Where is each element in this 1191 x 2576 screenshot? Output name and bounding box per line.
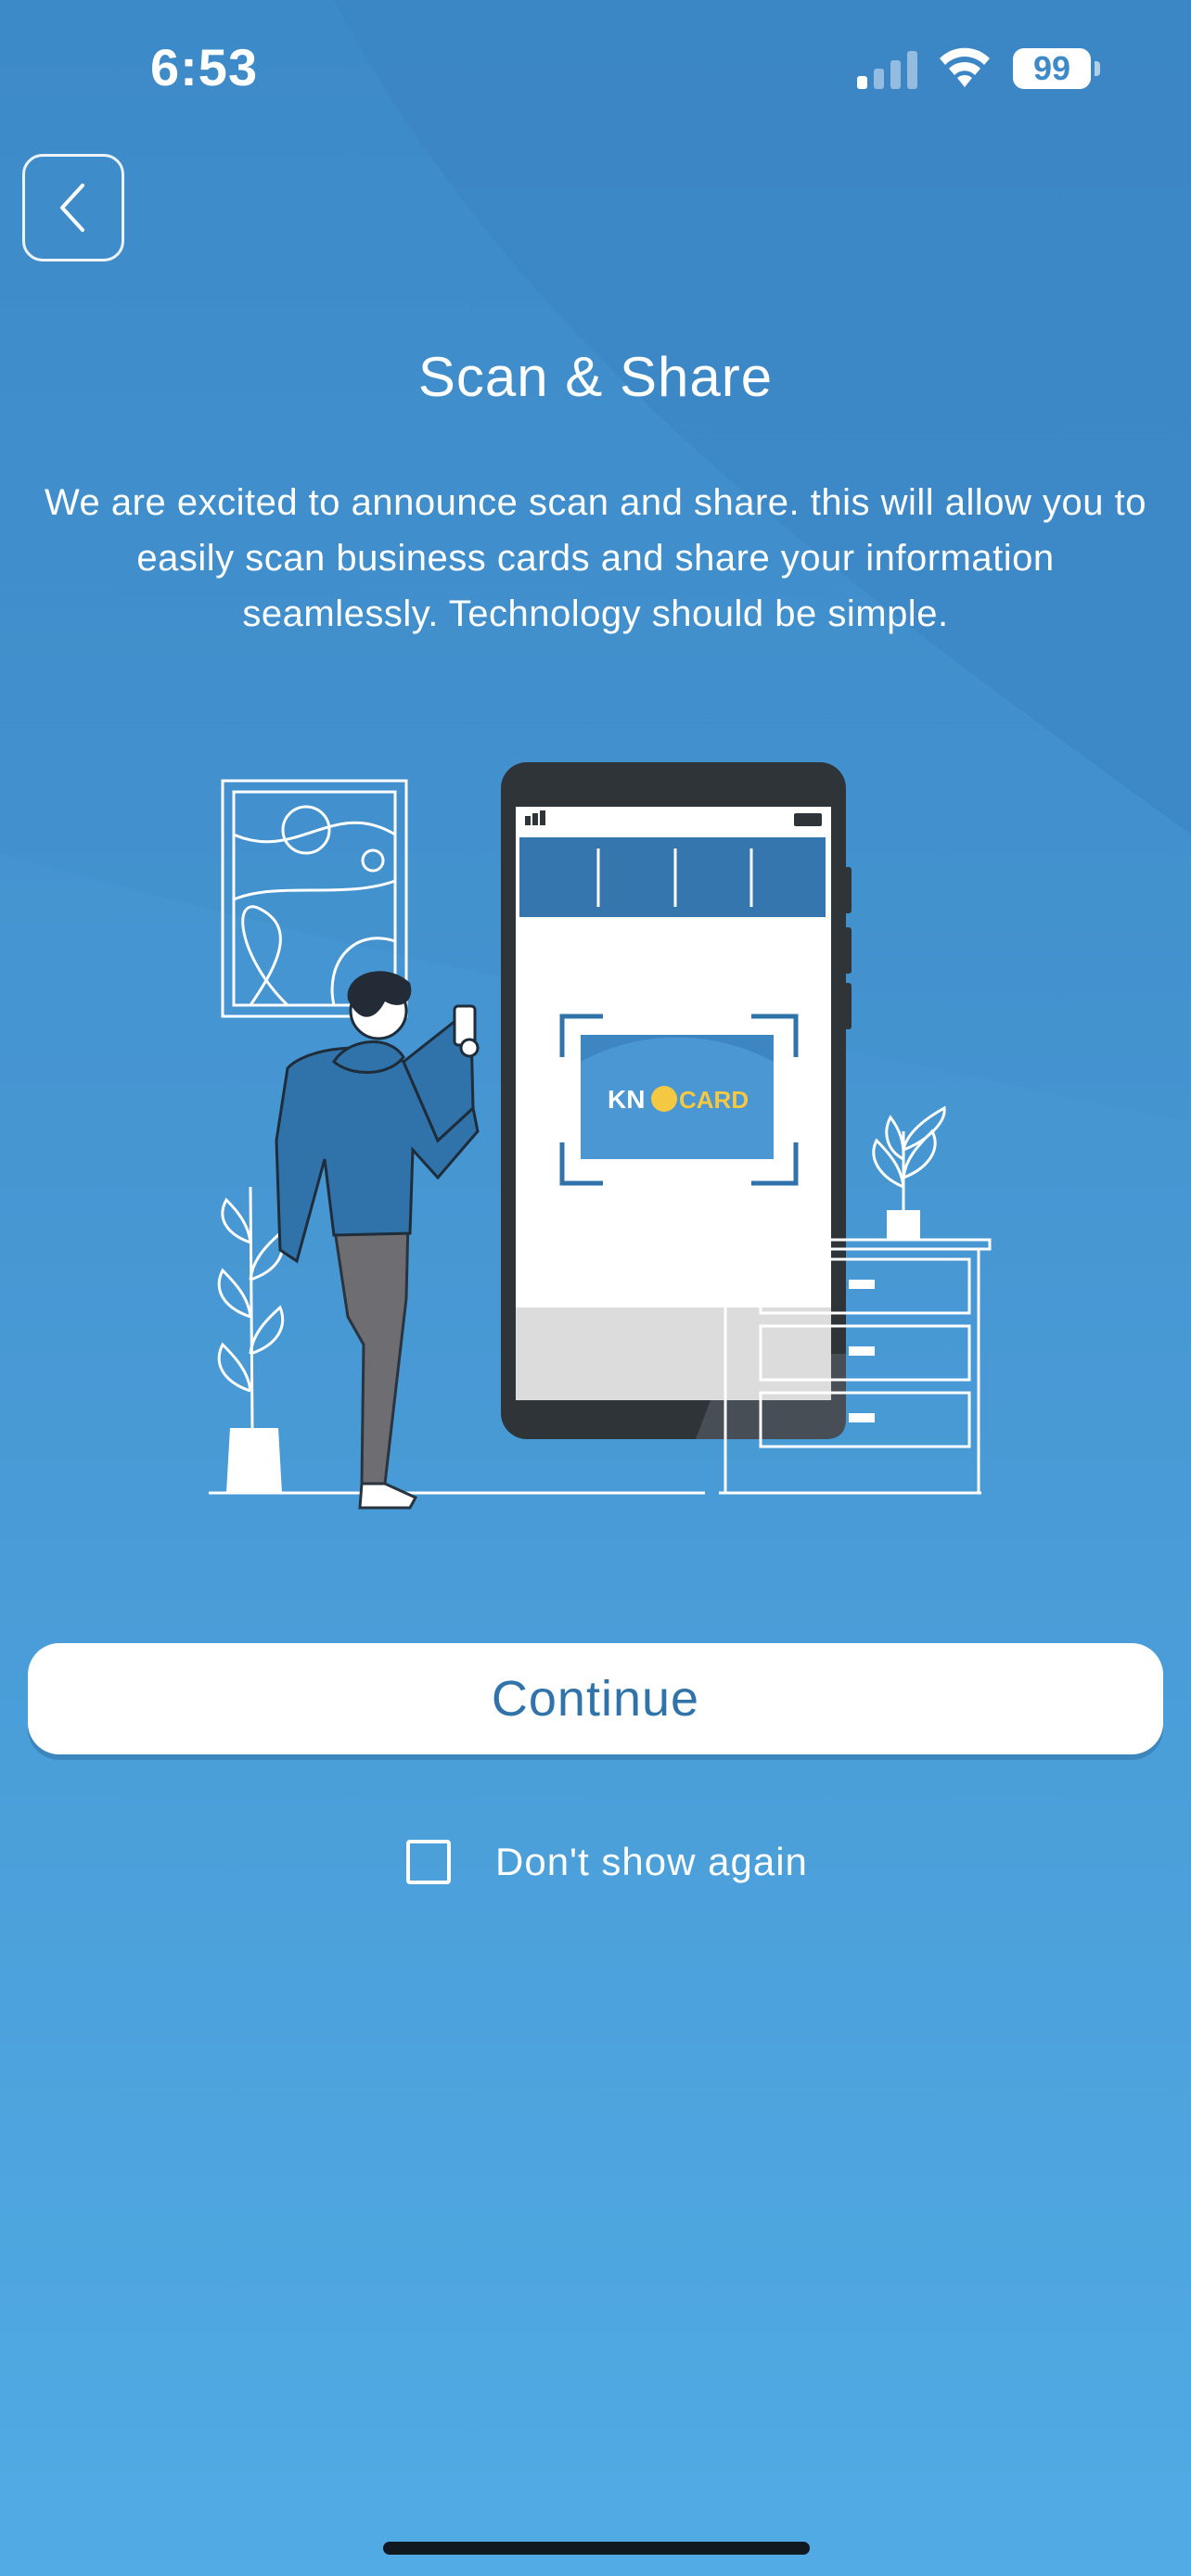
dont-show-again-label: Don't show again — [495, 1840, 808, 1883]
battery-icon: 99 — [1013, 48, 1100, 89]
description-text: We are excited to announce scan and shar… — [45, 482, 1146, 634]
scan-share-illustration: KN CARD — [209, 762, 992, 1510]
battery-tip — [1095, 61, 1100, 76]
status-bar: 6:53 99 — [0, 0, 1191, 139]
home-indicator — [383, 2542, 810, 2555]
person-figure — [275, 971, 480, 1510]
back-button[interactable] — [22, 154, 124, 261]
cellular-signal-icon — [857, 51, 917, 89]
continue-button[interactable]: Continue — [28, 1643, 1163, 1754]
dont-show-again-option[interactable]: Don't show again — [406, 1834, 808, 1890]
checkbox-unchecked-icon[interactable] — [406, 1840, 451, 1884]
plant-left — [217, 1186, 285, 1493]
battery-level: 99 — [1013, 48, 1091, 89]
plant-on-dresser — [872, 1105, 946, 1240]
wifi-icon — [940, 47, 990, 87]
card-logo-left: KN — [608, 1085, 645, 1114]
status-time: 6:53 — [150, 38, 259, 96]
page-title: Scan & Share — [417, 346, 774, 408]
card-logo-right: CARD — [679, 1086, 749, 1114]
phone-mockup: KN CARD — [501, 762, 852, 1439]
chevron-left-icon — [60, 184, 84, 232]
